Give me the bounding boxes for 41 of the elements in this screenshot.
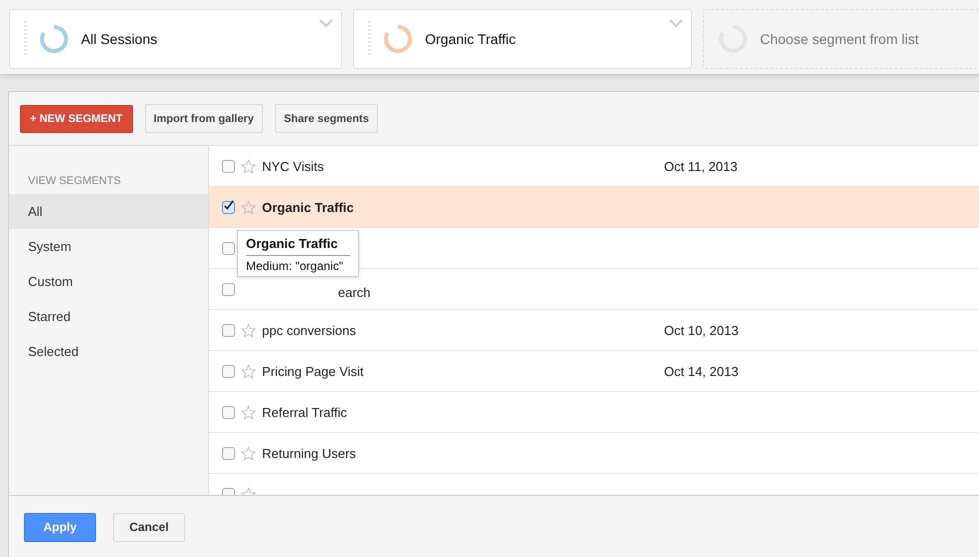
segment-date: Oct 10, 2013	[664, 322, 738, 338]
sidebar-item[interactable]: Selected	[9, 334, 208, 369]
cancel-button[interactable]: Cancel	[113, 512, 185, 542]
caret-icon[interactable]	[319, 19, 333, 28]
segment-card[interactable]: All Sessions	[9, 9, 342, 69]
segment-name: ppc conversions	[262, 322, 357, 338]
new-segment-button[interactable]: + NEW SEGMENT	[20, 104, 133, 132]
checkbox[interactable]	[222, 200, 235, 214]
segment-name: Referral Traffic	[262, 404, 348, 420]
sidebar-item[interactable]: System	[9, 229, 208, 264]
toolbar-button[interactable]: Import from gallery	[144, 104, 263, 133]
segment-slot[interactable]: Choose segment from list	[703, 9, 979, 69]
checkbox[interactable]	[222, 446, 235, 460]
segment-name: earch	[338, 284, 372, 300]
sidebar-item[interactable]: All	[9, 194, 208, 229]
segment-date: Oct 14, 2013	[664, 364, 738, 378]
tooltip-title: Organic Traffic	[246, 236, 350, 256]
sidebar-item[interactable]: Custom	[9, 264, 208, 299]
checkbox[interactable]	[222, 242, 235, 254]
checkbox[interactable]	[222, 160, 235, 172]
checkbox[interactable]	[222, 406, 235, 418]
segment-row[interactable]: Organic Traffic	[209, 187, 979, 228]
star-icon[interactable]	[241, 364, 256, 378]
star-icon[interactable]	[241, 446, 256, 460]
segment-name: Organic Traffic	[262, 200, 355, 214]
checkbox[interactable]	[222, 324, 235, 336]
segment-name: Pricing Page Visit	[262, 364, 365, 378]
star-icon[interactable]	[241, 322, 256, 338]
sidebar-heading: VIEW SEGMENTS	[27, 175, 122, 189]
star-icon[interactable]	[241, 200, 256, 214]
star-icon[interactable]	[241, 404, 256, 420]
caret-icon[interactable]	[669, 19, 683, 28]
checkbox[interactable]	[222, 364, 235, 378]
star-icon[interactable]	[241, 158, 256, 174]
segment-date: Oct 11, 2013	[664, 158, 738, 174]
sidebar-item[interactable]: Starred	[9, 299, 208, 334]
segment-name: Returning Users	[262, 446, 357, 460]
segment-name: NYC Visits	[262, 158, 325, 174]
segment-card[interactable]: Organic Traffic	[353, 9, 692, 69]
checkbox[interactable]	[222, 282, 235, 296]
toolbar-button[interactable]: Share segments	[274, 104, 378, 133]
